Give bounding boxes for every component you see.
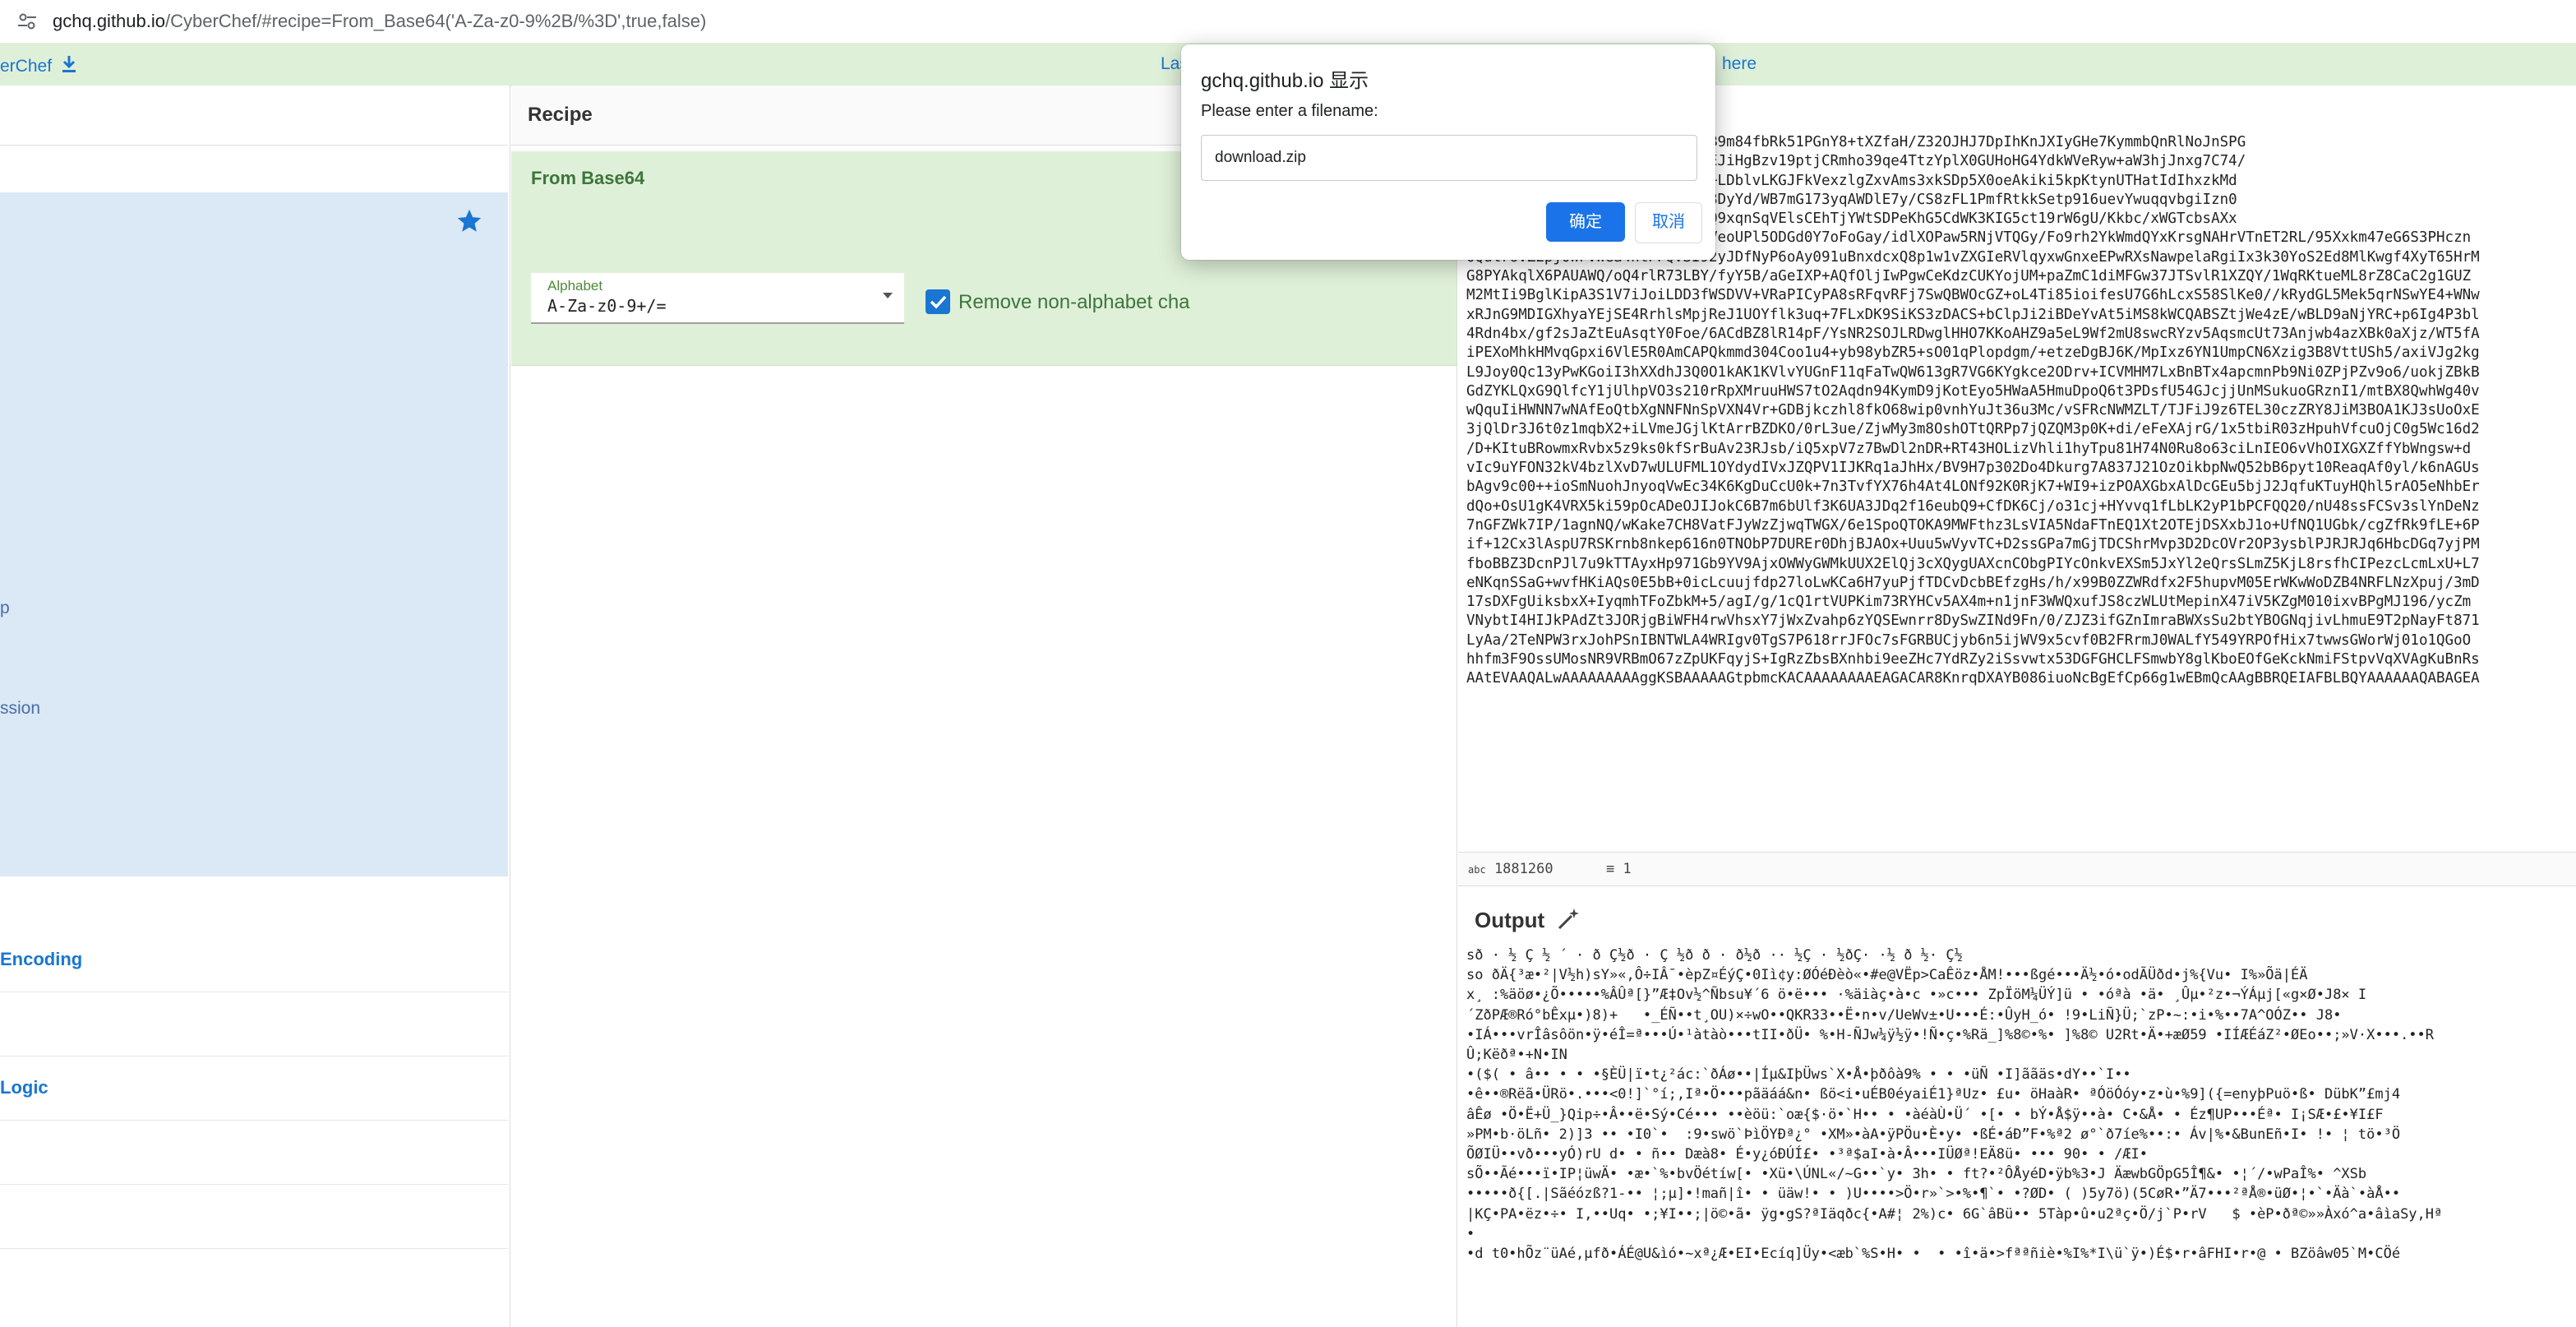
filename-input[interactable] [1213,146,1677,170]
input-line: dQo+OsU1gK4VRX5ki59pOcADeOJIJokC6B7m6bUl… [1466,497,2480,515]
output-area[interactable]: sð · ½ Ç ½ ´ · ð Ç½ð · Ç ½ð ð · ð½ð ·· ½… [1458,946,2576,1327]
category-spacer [0,1184,508,1249]
input-length: abc 1881260 [1468,861,1553,877]
input-line: LyAa/2TeNPW3rxJohPSnIBNTWLA4WRIgv0TgS7P6… [1466,631,2472,649]
filename-prompt-dialog: gchq.github.io 显示 Please enter a filenam… [1181,44,1715,260]
recipe-title: Recipe [528,104,593,126]
input-line: xRJnG9MDIGXhyaYEjSE4RrhlsMpjReJ1UOYflk3u… [1466,306,2480,323]
download-icon[interactable] [60,54,78,79]
browser-address-bar: gchq.github.io/CyberChef/#recipe=From_Ba… [0,0,2576,44]
star-icon[interactable] [455,207,483,235]
output-line: Û;Këðª•+N•IN [1466,1047,1567,1064]
operations-search-input[interactable] [0,145,508,194]
alphabet-label: Alphabet [547,278,603,294]
input-length-value: 1881260 [1493,861,1553,877]
site-settings-icon[interactable] [15,9,39,34]
output-title: Output [1475,908,1545,932]
app-name-link[interactable]: erChef [0,57,52,76]
favourites-category[interactable] [0,192,508,249]
input-line: eNKqnSSaG+wvfHKiAQs0E5bB+0icLcuujfdp27lo… [1466,574,2480,591]
chevron-down-icon[interactable] [883,293,893,298]
input-line: /D+KItuBRowmxRvbx5z9ks0kfSrBuAv23RJsb/iQ… [1466,440,2472,457]
length-icon: abc [1468,864,1486,876]
url-field[interactable]: gchq.github.io/CyberChef/#recipe=From_Ba… [53,11,706,32]
input-line: iPEXoMhkHMvqGpxi6VlE5R0AmCAPQkmmd304Coo1… [1466,344,2480,362]
banner-brand[interactable]: erChef [0,54,78,79]
input-line: bAgv9c00++ioSmNuohJnyoqVwEc34K6KgDuCcU0k… [1466,479,2480,496]
input-line: L9Joy0Qc13yPwKGoiI3hXXdhJ3Q0O1kAK1KVlvYU… [1466,363,2480,381]
input-line: G8PYAkqlX6PAUAWQ/oQ4rlR73LBY/fyY5B/aGeIX… [1466,268,2472,285]
dialog-prompt: Please enter a filename: [1201,102,1378,120]
input-line: 17sDXFgUiksbxX+IyqmhTFoZbkM+5/agI/g/1cQ1… [1466,594,2472,611]
output-header: Output [1458,893,2576,946]
favourite-item[interactable]: p [0,599,10,618]
dialog-title: gchq.github.io 显示 [1201,70,1369,92]
category-encoding[interactable]: Encoding [0,927,508,992]
output-line: âÊø •Ö•Ë+Ü_}Qip÷•Â••ë•Sý•Cé••• ••èöü:`oæ… [1466,1106,2384,1123]
favourite-item[interactable]: ssion [0,699,40,719]
lines-icon: ≡ [1606,861,1615,877]
alphabet-value: A-Za-z0-9+/= [547,296,667,316]
remove-non-alphabet-label[interactable]: Remove non-alphabet cha [958,291,1190,314]
output-line: sð · ½ Ç ½ ´ · ð Ç½ð · Ç ½ð ð · ð½ð ·· ½… [1466,947,1963,964]
input-line: fboBBZ3DcnPJl7u9kTTAyxHp971Gb9YV9AjxOWWy… [1466,555,2480,572]
category-spacer [0,992,508,1057]
cancel-button[interactable]: 取消 [1635,202,1702,243]
category-spacer [0,1120,508,1185]
input-line: VNybtI4HIJkPAdZt3JORjgBiWFH4rwVhsxY7jWxZ… [1466,613,2480,630]
output-line: sÕ••Ãé•••ï•IP¦üwÄ• •æ•`%•bvÖétíw[• •Xü•\… [1466,1166,2367,1183]
output-line: •IÁ•••vrÎâsôön•ÿ•éÎ=ª•••Ú•¹àtàò•••tII•ðÜ… [1466,1026,2435,1043]
output-line: ÕØIÜ••vð•••yÓ)rU d• • ñ•• Dæà8• É•y¿óÐÚÍ… [1466,1146,2149,1163]
alphabet-select[interactable]: Alphabet A-Za-z0-9+/= [531,273,904,324]
remove-non-alphabet-checkbox[interactable] [926,289,950,314]
output-line: •ê••®Rëã•ÜRö•.•••<0!]`°í;,Iª•Ö•••pãäáá&n… [1466,1086,2401,1103]
input-line: vIc9uYFON32kV4bzlXvD7wULUFML1OYdydIVxJZQ… [1466,460,2480,477]
output-line: •d t0•hÕz¨üAé,µfð•ÁÉ@U&ìó•~xª¿Æ•EI•Ecíq]… [1466,1246,2401,1263]
input-lines-count: ≡ 1 [1606,861,1632,877]
input-status-bar: abc 1881260 ≡ 1 [1458,852,2576,886]
url-host: gchq.github.io [53,11,165,31]
input-lines-value: 1 [1623,861,1632,877]
category-logic[interactable]: Logic [0,1056,508,1121]
recipe-panel: Recipe From Base64 Alphabet A-Za-z0-9+/=… [511,86,1457,1327]
input-line: 3jQlDr3J6t0z1mqbX2+iLVmeJGjlKtArrBZDKO/0… [1466,421,2480,438]
output-line: •••••ð{[.|Sãéózß?1-•• ¦;µ]•!mañ|î• • üäw… [1466,1186,2401,1203]
input-line: M2MtIi9BglKipA3S1V7iJoiLDD3fWSDVV+VRaPIC… [1466,287,2480,304]
ok-button[interactable]: 确定 [1546,202,1625,242]
input-line: 7nGFZWk7IP/1agnNQ/wKake7CH8VatFJyWzZjwqT… [1466,516,2480,534]
operations-panel: p ssion Encoding Logic [0,86,510,1327]
output-line: •($( • â•• • • •§ÈÜ|ï•t¿²ác:`ðÁø••|Íµ&Iþ… [1466,1066,2131,1084]
output-line: |KÇ•PA•ëz•÷• I,••Uq• •;¥I••;|ö©•ã• ÿg•gS… [1466,1205,2443,1223]
input-line: hhfm3F9OssUMosNR9VRBmO67zZpUKFqyjS+IgRzZ… [1466,651,2480,668]
input-line: AAtEVAAQALwAAAAAAAAAggKSBAAAAAGtpbmcKACA… [1466,670,2480,687]
input-line: GdZYKLQxG9QlfcY1jUlhpVO3s210rRpXMruuHWS7… [1466,382,2480,400]
operation-title: From Base64 [531,168,645,188]
magic-wand-icon[interactable] [1555,906,1581,932]
input-line: wQquIiHWNN7wNAfEoQtbXgNNFNnSpVXN4Vr+GDBj… [1466,402,2480,419]
url-path: /CyberChef/#recipe=From_Base64('A-Za-z0-… [165,11,707,31]
output-line: so ðÄ{³æ•²|V½h)sY»«,Ô÷IÂ¯•èpZ¤ÉýÇ•0Iì¢y:… [1466,967,2308,984]
output-line: ´ZðPÆ®Ró°bÊxµ•)8)+ •_ÉÑ••t¸OU)×÷wO••QKR3… [1466,1006,2342,1024]
output-line: x¸ :%äöø•¿Õ•••••%ÂÛª[}”Æ‡Ov½^Ñbsu¥´6 ö•ë… [1466,987,2367,1004]
filename-field[interactable] [1201,135,1697,181]
category-label: Logic [0,1077,48,1098]
input-line: if+12Cx3lAspU7RSKrnb8nkep616n0TNObP7DURE… [1466,536,2480,553]
category-label: Encoding [0,949,83,969]
output-line: »PM•b·öLñ• 2)]3 •• •I0`• :9•swö`ÞìÖYÐª¿°… [1466,1126,2401,1143]
favourites-list: p ssion [0,248,508,876]
input-line: 4Rdn4bx/gf2sJaZtEuAsqtY0Foe/6ACdBZ8lR14p… [1466,325,2480,342]
output-text[interactable]: sð · ½ Ç ½ ´ · ð Ç½ð · Ç ½ð ð · ð½ð ·· ½… [1466,946,2576,1264]
output-line: • [1466,1225,1475,1242]
changelog-link[interactable]: here [1722,54,1757,74]
